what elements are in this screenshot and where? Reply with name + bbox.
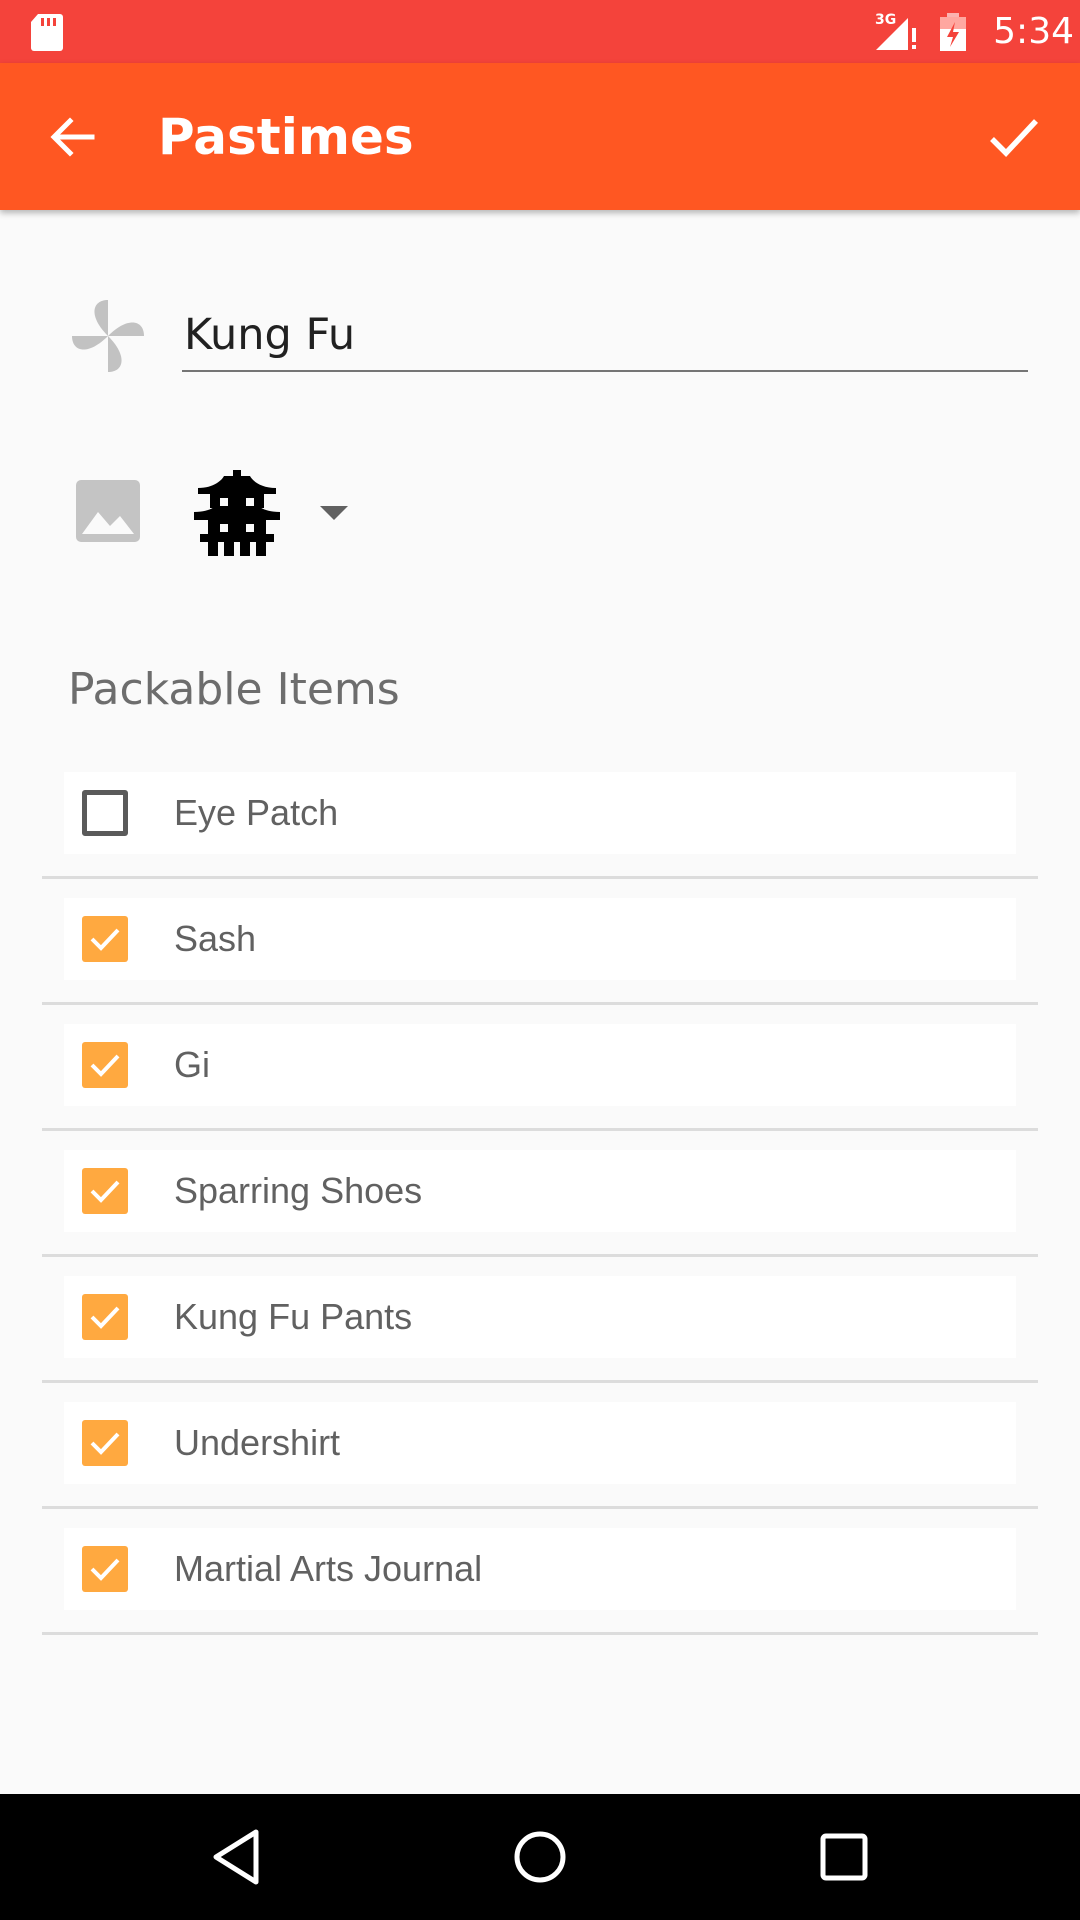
check-icon <box>90 1558 120 1581</box>
divider <box>42 1002 1038 1005</box>
checkbox-checked[interactable] <box>82 1420 128 1466</box>
system-nav-bar <box>0 1794 1080 1920</box>
nav-home-icon[interactable] <box>507 1824 573 1890</box>
nav-recents-icon[interactable] <box>811 1824 877 1890</box>
list-item[interactable]: Sparring Shoes <box>64 1150 1016 1232</box>
check-icon <box>90 1306 120 1329</box>
status-clock: 5:34 <box>993 11 1074 52</box>
list-item[interactable]: Eye Patch <box>64 772 1016 854</box>
divider <box>42 1506 1038 1509</box>
status-bar: 3G 5:34 <box>0 0 1080 63</box>
signal-3g-icon: 3G <box>875 12 916 50</box>
divider <box>42 876 1038 879</box>
list-item[interactable]: Sash <box>64 898 1016 980</box>
divider <box>42 1128 1038 1131</box>
checkbox-checked[interactable] <box>82 916 128 962</box>
list-item-label: Sash <box>174 918 257 959</box>
checkbox-checked[interactable] <box>82 1042 128 1088</box>
list-item-label: Gi <box>174 1044 210 1085</box>
check-icon <box>90 1180 120 1203</box>
divider <box>42 1254 1038 1257</box>
list-item[interactable]: Kung Fu Pants <box>64 1276 1016 1358</box>
sd-card-icon <box>31 14 63 51</box>
list-item[interactable]: Martial Arts Journal <box>64 1528 1016 1610</box>
packable-items-heading: Packable Items <box>68 664 400 715</box>
checkbox-checked[interactable] <box>82 1294 128 1340</box>
check-icon[interactable] <box>986 109 1042 165</box>
check-icon <box>90 928 120 951</box>
pastime-name-input[interactable] <box>182 300 1028 372</box>
pagoda-icon[interactable] <box>194 470 280 556</box>
list-item-label: Kung Fu Pants <box>174 1296 413 1337</box>
arrow-left-icon[interactable] <box>44 109 100 165</box>
list-item-label: Eye Patch <box>174 792 339 833</box>
list-item[interactable]: Undershirt <box>64 1402 1016 1484</box>
chevron-down-icon[interactable] <box>318 502 350 524</box>
image-icon <box>76 480 140 542</box>
divider <box>42 1632 1038 1635</box>
checkbox-checked[interactable] <box>82 1168 128 1214</box>
checkbox-checked[interactable] <box>82 1546 128 1592</box>
pinwheel-icon <box>72 300 144 372</box>
check-icon <box>90 1054 120 1077</box>
divider <box>42 1380 1038 1383</box>
list-item-label: Martial Arts Journal <box>174 1548 483 1589</box>
battery-charging-icon <box>940 13 966 51</box>
page-title: Pastimes <box>158 108 414 166</box>
list-item[interactable]: Gi <box>64 1024 1016 1106</box>
list-item-label: Undershirt <box>174 1422 341 1463</box>
checkbox-unchecked[interactable] <box>82 790 128 836</box>
svg-text:3G: 3G <box>875 12 896 28</box>
app-bar: Pastimes <box>0 63 1080 210</box>
nav-back-icon[interactable] <box>204 1824 270 1890</box>
check-icon <box>90 1432 120 1455</box>
list-item-label: Sparring Shoes <box>174 1170 423 1211</box>
